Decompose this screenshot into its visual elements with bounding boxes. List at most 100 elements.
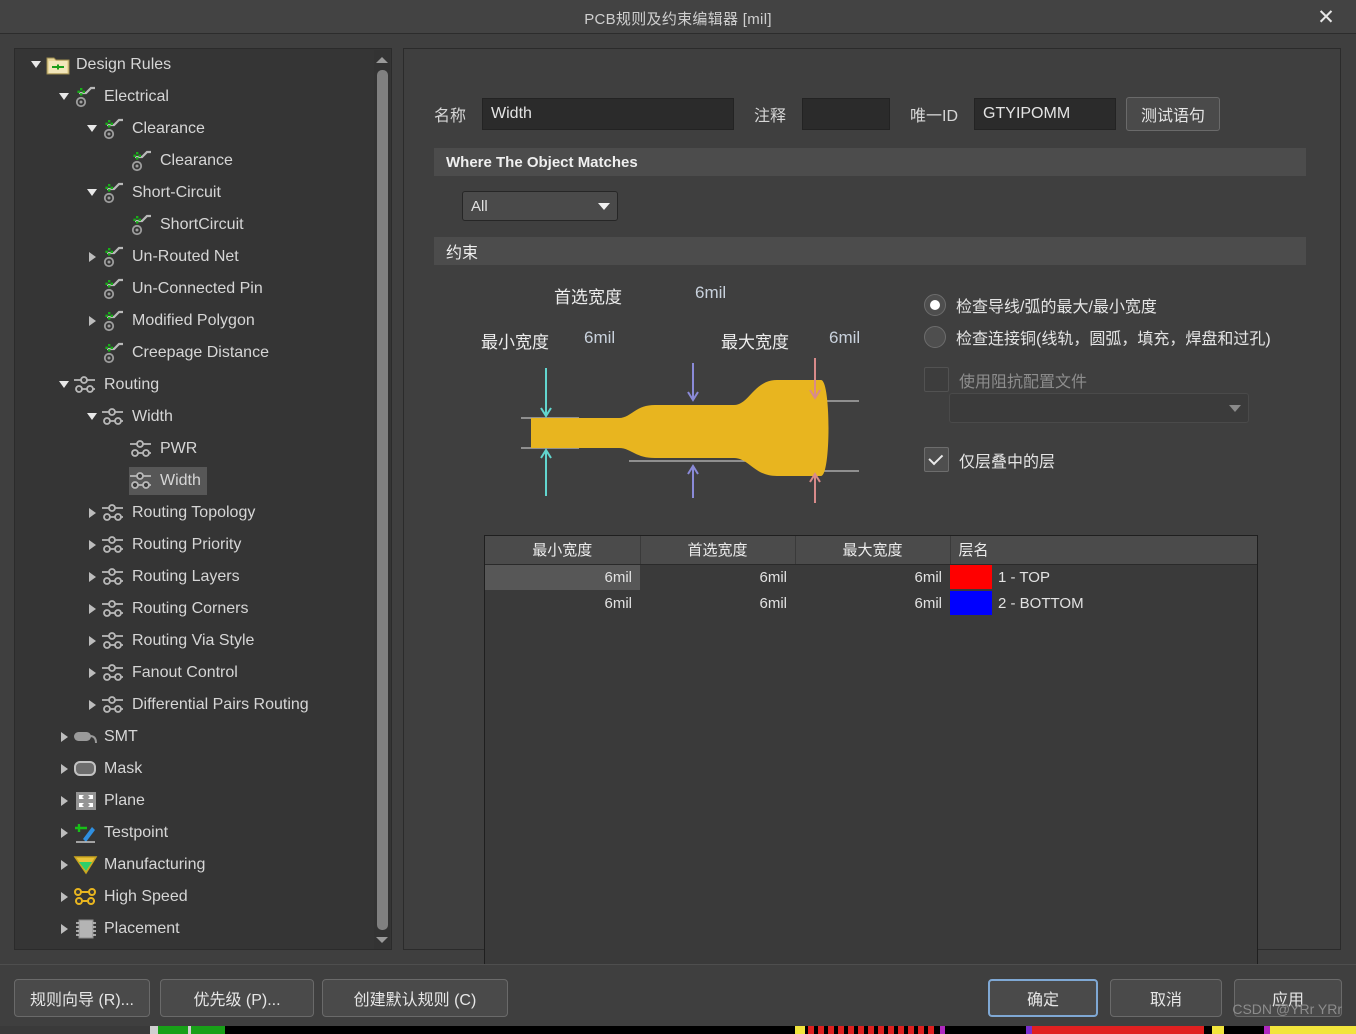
tree-item-electrical[interactable]: Electrical: [15, 81, 375, 113]
tree-item-short-circuit[interactable]: Short-Circuit: [15, 177, 375, 209]
expand-icon[interactable]: [83, 561, 101, 593]
expand-icon[interactable]: [55, 753, 73, 785]
tree-item-high-speed[interactable]: High Speed: [15, 881, 375, 913]
tree-vertical-scrollbar[interactable]: [374, 50, 390, 949]
dialog-footer: 规则向导 (R)... 优先级 (P)... 创建默认规则 (C) 确定 取消 …: [0, 964, 1356, 1026]
th-max-width[interactable]: 最大宽度: [795, 536, 951, 565]
cancel-button[interactable]: 取消: [1110, 979, 1222, 1017]
rule-comment-input[interactable]: [802, 98, 891, 130]
tree-item-creepage-distance[interactable]: Creepage Distance: [15, 337, 375, 369]
tree-item-smt[interactable]: SMT: [15, 721, 375, 753]
impedance-profile-checkbox-row[interactable]: 使用阻抗配置文件: [924, 367, 1087, 392]
collapse-icon[interactable]: [55, 369, 73, 401]
rule-name-input[interactable]: [482, 98, 735, 130]
electrical-rule-icon: [101, 340, 127, 366]
collapse-icon[interactable]: [55, 81, 73, 113]
tree-item-un-connected-pin[interactable]: Un-Connected Pin: [15, 273, 375, 305]
cell-min[interactable]: 6mil: [485, 564, 640, 590]
expand-icon[interactable]: [55, 817, 73, 849]
tree-item-shortcircuit[interactable]: ShortCircuit: [15, 209, 375, 241]
electrical-rule-icon: [101, 276, 127, 302]
table-row[interactable]: 6mil 6mil 6mil 1 - TOP: [485, 564, 1257, 590]
radio-connected-copper-row[interactable]: 检查连接铜(线轨，圆弧，填充，焊盘和过孔): [924, 325, 1324, 349]
layer-width-table[interactable]: 最小宽度 首选宽度 最大宽度 层名 6mil 6mil 6mil 1 - TOP 6mi…: [485, 536, 1257, 616]
tree-item-routing-layers[interactable]: Routing Layers: [15, 561, 375, 593]
priorities-button[interactable]: 优先级 (P)...: [160, 979, 314, 1017]
cell-preferred[interactable]: 6mil: [640, 564, 795, 590]
tree-item-pwr[interactable]: PWR: [15, 433, 375, 465]
th-layer-name[interactable]: 层名: [950, 536, 1257, 565]
tree-item-placement[interactable]: Placement: [15, 913, 375, 945]
rule-wizard-button[interactable]: 规则向导 (R)...: [14, 979, 150, 1017]
tree-item-routing-via-style[interactable]: Routing Via Style: [15, 625, 375, 657]
cell-preferred[interactable]: 6mil: [640, 590, 795, 616]
collapse-icon[interactable]: [83, 177, 101, 209]
tree-item-content: Un-Connected Pin: [101, 275, 269, 303]
create-default-rules-button[interactable]: 创建默认规则 (C): [322, 979, 508, 1017]
expand-icon[interactable]: [83, 497, 101, 529]
tree-item-routing[interactable]: Routing: [15, 369, 375, 401]
cell-max[interactable]: 6mil: [795, 564, 950, 590]
close-icon[interactable]: ✕: [1310, 2, 1342, 32]
electrical-rule-icon: [101, 116, 127, 142]
cell-layer[interactable]: 1 - TOP: [950, 564, 1257, 590]
expand-icon[interactable]: [83, 241, 101, 273]
test-query-button[interactable]: 测试语句: [1126, 97, 1221, 131]
radio-track-arc[interactable]: [924, 294, 946, 316]
expand-icon[interactable]: [83, 305, 101, 337]
collapse-icon[interactable]: [27, 49, 45, 81]
tree-item-differential-pairs-routing[interactable]: Differential Pairs Routing: [15, 689, 375, 721]
cell-max[interactable]: 6mil: [795, 590, 950, 616]
expand-icon[interactable]: [55, 849, 73, 881]
tree-item-routing-corners[interactable]: Routing Corners: [15, 593, 375, 625]
check-icon: [928, 449, 944, 465]
unique-id-input[interactable]: [974, 98, 1117, 130]
collapse-icon[interactable]: [83, 113, 101, 145]
smt-icon: [73, 724, 99, 750]
tree-item-content: ShortCircuit: [129, 211, 250, 239]
table-row[interactable]: 6mil 6mil 6mil 2 - BOTTOM: [485, 590, 1257, 616]
tree-item-content: Fanout Control: [101, 659, 244, 687]
radio-track-arc-row[interactable]: 检查导线/弧的最大/最小宽度: [924, 293, 1157, 317]
expand-icon[interactable]: [55, 721, 73, 753]
cell-min[interactable]: 6mil: [485, 590, 640, 616]
scroll-up-icon[interactable]: [374, 52, 390, 68]
expand-icon[interactable]: [83, 593, 101, 625]
layers-in-stackup-checkbox[interactable]: [924, 447, 949, 472]
expand-icon[interactable]: [83, 657, 101, 689]
expand-icon[interactable]: [55, 785, 73, 817]
impedance-profile-checkbox[interactable]: [924, 367, 949, 392]
collapse-icon[interactable]: [83, 401, 101, 433]
tree-item-width[interactable]: Width: [15, 401, 375, 433]
th-min-width[interactable]: 最小宽度: [485, 536, 641, 565]
expand-icon[interactable]: [83, 625, 101, 657]
tree-item-manufacturing[interactable]: Manufacturing: [15, 849, 375, 881]
expand-icon[interactable]: [83, 689, 101, 721]
ok-button[interactable]: 确定: [988, 979, 1098, 1017]
radio-connected-copper[interactable]: [924, 326, 946, 348]
expand-icon[interactable]: [55, 881, 73, 913]
tree-item-clearance[interactable]: Clearance: [15, 145, 375, 177]
tree-item-routing-topology[interactable]: Routing Topology: [15, 497, 375, 529]
tree-item-modified-polygon[interactable]: Modified Polygon: [15, 305, 375, 337]
tree-item-label: Mask: [104, 760, 143, 777]
tree-item-mask[interactable]: Mask: [15, 753, 375, 785]
expand-icon[interactable]: [83, 529, 101, 561]
expand-icon[interactable]: [55, 913, 73, 945]
scope-select[interactable]: All: [462, 191, 618, 221]
cell-layer[interactable]: 2 - BOTTOM: [950, 590, 1257, 616]
tree-item-design-rules[interactable]: Design Rules: [15, 49, 375, 81]
layers-in-stackup-checkbox-row[interactable]: 仅层叠中的层: [924, 447, 1055, 472]
tree-item-testpoint[interactable]: Testpoint: [15, 817, 375, 849]
design-rules-tree[interactable]: Design Rules Electrical Clearance Clearance…: [15, 49, 375, 949]
tree-item-un-routed-net[interactable]: Un-Routed Net: [15, 241, 375, 273]
tree-item-clearance[interactable]: Clearance: [15, 113, 375, 145]
tree-item-fanout-control[interactable]: Fanout Control: [15, 657, 375, 689]
scrollbar-thumb[interactable]: [377, 70, 388, 930]
tree-item-width[interactable]: Width: [15, 465, 375, 497]
tree-item-plane[interactable]: Plane: [15, 785, 375, 817]
impedance-profile-select[interactable]: [949, 393, 1249, 423]
tree-item-routing-priority[interactable]: Routing Priority: [15, 529, 375, 561]
th-preferred-width[interactable]: 首选宽度: [640, 536, 796, 565]
scroll-down-icon[interactable]: [374, 932, 390, 948]
